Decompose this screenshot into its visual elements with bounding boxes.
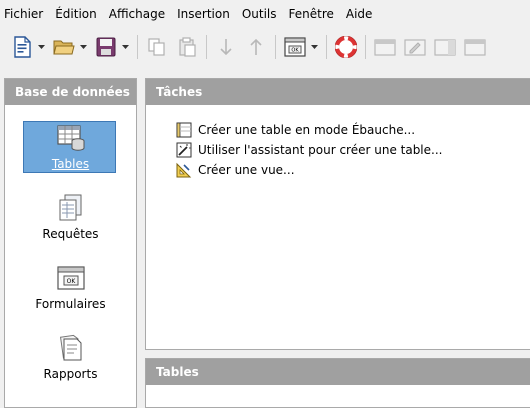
tables-icon: [56, 125, 84, 151]
menu-fichier[interactable]: Fichier: [0, 0, 49, 28]
queries-icon: [59, 194, 81, 221]
task-label: Créer une vue...: [198, 163, 295, 177]
database-panel-title: Base de données: [5, 79, 136, 105]
sort-descending-button[interactable]: [212, 33, 240, 61]
new-document-split: [8, 33, 46, 61]
form-split: OK: [281, 33, 319, 61]
chevron-down-icon: [79, 45, 87, 49]
table-design-icon: [464, 39, 486, 56]
task-create-view[interactable]: Créer une vue...: [176, 160, 442, 180]
lifebuoy-icon: [335, 36, 357, 58]
open-button[interactable]: [50, 33, 78, 61]
nav-label-queries: Requêtes: [42, 227, 99, 241]
tasks-panel: Tâches Créer une table en mode Ébauche..…: [145, 78, 530, 350]
paste-button[interactable]: [173, 33, 201, 61]
paste-icon: [179, 37, 196, 57]
chevron-down-icon: [310, 45, 318, 49]
new-document-dropdown[interactable]: [36, 33, 46, 61]
new-document-button[interactable]: [8, 33, 36, 61]
toolbar-separator: [275, 35, 276, 59]
task-list: Créer une table en mode Ébauche... Utili…: [176, 120, 442, 180]
task-label: Utiliser l'assistant pour créer une tabl…: [198, 143, 443, 157]
nav-item-tables[interactable]: Tables: [5, 121, 136, 173]
properties-icon: [434, 39, 456, 56]
form-dropdown[interactable]: [309, 33, 319, 61]
table-icon: [374, 39, 396, 56]
nav-item-reports[interactable]: Rapports: [5, 331, 136, 381]
menu-aide[interactable]: Aide: [340, 0, 379, 28]
tables-panel: Tables: [145, 358, 530, 408]
forms-icon: OK: [56, 266, 85, 290]
nav-item-forms[interactable]: OK Formulaires: [5, 261, 136, 311]
save-button[interactable]: [92, 33, 120, 61]
save-split: [92, 33, 130, 61]
toolbar-separator: [206, 35, 207, 59]
menu-insertion[interactable]: Insertion: [171, 0, 236, 28]
nav-label-forms: Formulaires: [35, 297, 106, 311]
copy-icon: [148, 38, 165, 56]
task-create-table-design[interactable]: Créer une table en mode Ébauche...: [176, 120, 442, 140]
wizard-icon: [176, 142, 192, 158]
nav-label-tables: Tables: [51, 157, 90, 171]
floppy-disk-icon: [96, 37, 116, 57]
db-object-4-button[interactable]: [461, 33, 489, 61]
nav-label-reports: Rapports: [43, 367, 98, 381]
help-button[interactable]: [332, 33, 360, 61]
arrow-up-icon: [250, 38, 262, 55]
db-object-1-button[interactable]: [371, 33, 399, 61]
menu-edition[interactable]: Édition: [49, 0, 103, 28]
chevron-down-icon: [37, 45, 45, 49]
menu-bar: Fichier Édition Affichage Insertion Outi…: [0, 0, 530, 28]
edit-icon: [404, 39, 426, 56]
reports-icon: [59, 334, 81, 361]
save-dropdown[interactable]: [120, 33, 130, 61]
form-icon: OK: [284, 37, 306, 57]
arrow-down-icon: [220, 39, 232, 56]
folder-open-icon: [53, 40, 75, 55]
svg-text:OK: OK: [66, 278, 76, 285]
task-table-wizard[interactable]: Utiliser l'assistant pour créer une tabl…: [176, 140, 442, 160]
standard-toolbar: OK: [0, 30, 530, 64]
open-dropdown[interactable]: [78, 33, 88, 61]
toolbar-separator: [365, 35, 366, 59]
chevron-down-icon: [121, 45, 129, 49]
toolbar-separator: [326, 35, 327, 59]
menu-fenetre[interactable]: Fenêtre: [283, 0, 340, 28]
database-panel: Base de données Tables Requêtes OK Formu…: [4, 78, 137, 408]
db-object-3-button[interactable]: [431, 33, 459, 61]
create-view-icon: [176, 162, 192, 178]
design-table-icon: [176, 122, 192, 138]
toolbar-separator: [137, 35, 138, 59]
svg-text:OK: OK: [291, 48, 299, 54]
sort-ascending-button[interactable]: [242, 33, 270, 61]
tasks-panel-title: Tâches: [146, 79, 530, 105]
tables-panel-title: Tables: [146, 359, 530, 385]
menu-affichage[interactable]: Affichage: [103, 0, 171, 28]
task-label: Créer une table en mode Ébauche...: [198, 123, 416, 137]
db-object-2-button[interactable]: [401, 33, 429, 61]
new-document-icon: [14, 36, 31, 58]
form-button[interactable]: OK: [281, 33, 309, 61]
copy-button[interactable]: [143, 33, 171, 61]
menu-outils[interactable]: Outils: [236, 0, 283, 28]
nav-item-queries[interactable]: Requêtes: [5, 191, 136, 241]
open-split: [50, 33, 88, 61]
